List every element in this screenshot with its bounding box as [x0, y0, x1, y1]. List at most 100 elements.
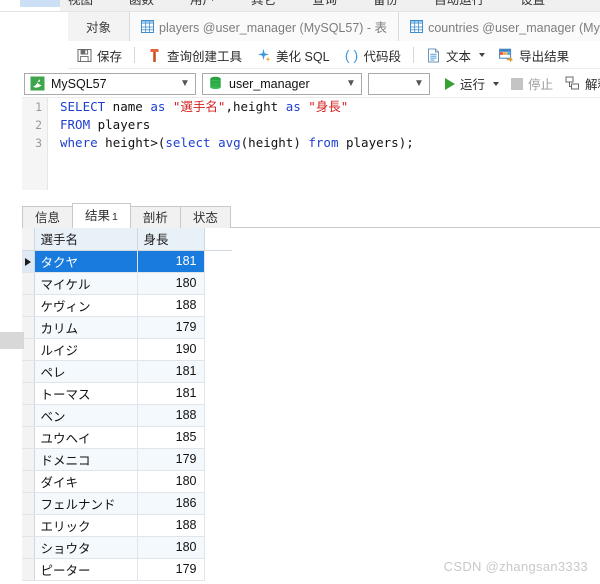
menu-item-2[interactable]: 用户 — [190, 0, 215, 6]
cell-height[interactable]: 188 — [137, 514, 205, 537]
outer-vertical-scrollbar-thumb[interactable] — [0, 332, 24, 349]
sql-editor[interactable]: 123 SELECT name as "選手名",height as "身長" F… — [22, 98, 600, 190]
cell-name[interactable]: エリック — [34, 514, 138, 537]
row-marker[interactable] — [22, 470, 35, 493]
cell-name[interactable]: ユウヘイ — [34, 426, 138, 449]
code-token: SELECT — [60, 99, 106, 114]
cell-name[interactable]: タクヤ — [34, 250, 138, 273]
connection-bar: MySQL57 ▼ user_manager ▼ ▼ 运行 停止 解 — [0, 69, 600, 98]
cell-height[interactable]: 181 — [137, 250, 205, 273]
cell-name[interactable]: ダイキ — [34, 470, 138, 493]
cell-height[interactable]: 185 — [137, 426, 205, 449]
cell-height[interactable]: 180 — [137, 470, 205, 493]
beautify-sql-button[interactable]: 美化 SQL — [249, 41, 337, 69]
cell-name[interactable]: トーマス — [34, 382, 138, 405]
menu-item-7[interactable]: 设置 — [520, 0, 545, 6]
chevron-down-icon[interactable]: ▼ — [409, 78, 429, 89]
cell-name[interactable]: ショウタ — [34, 536, 138, 559]
editor-code-area[interactable]: SELECT name as "選手名",height as "身長" FROM … — [48, 98, 600, 190]
tab-players[interactable]: players @user_manager (MySQL57) - 表 — [129, 12, 399, 41]
chevron-down-icon[interactable] — [479, 53, 486, 57]
column-header-height[interactable]: 身長 — [137, 228, 205, 251]
table-row[interactable]: ダイキ 180 — [22, 470, 232, 493]
cell-filler — [204, 404, 232, 426]
text-mode-button[interactable]: 文本 — [419, 41, 492, 69]
chevron-down-icon[interactable]: ▼ — [175, 78, 195, 89]
menu-item-6[interactable]: 自动运行 — [434, 0, 484, 6]
menu-item-3[interactable]: 其它 — [251, 0, 276, 6]
save-button[interactable]: 保存 — [70, 41, 129, 69]
row-marker[interactable] — [22, 558, 35, 581]
cell-height[interactable]: 188 — [137, 294, 205, 317]
table-row[interactable]: ベン 188 — [22, 404, 232, 427]
explain-button[interactable]: 解释 — [559, 72, 600, 96]
row-marker[interactable] — [22, 360, 35, 383]
row-marker[interactable] — [22, 294, 35, 317]
cell-height[interactable]: 190 — [137, 338, 205, 361]
cell-height[interactable]: 181 — [137, 360, 205, 383]
table-row[interactable]: ショウタ 180 — [22, 536, 232, 559]
cell-name[interactable]: ペレ — [34, 360, 138, 383]
text-mode-label: 文本 — [446, 49, 472, 64]
cell-height[interactable]: 179 — [137, 316, 205, 339]
table-row[interactable]: トーマス 181 — [22, 382, 232, 405]
row-marker[interactable] — [22, 272, 35, 295]
chevron-down-icon[interactable]: ▼ — [341, 78, 361, 89]
cell-name[interactable]: ドメニコ — [34, 448, 138, 471]
query-builder-button[interactable]: 查询创建工具 — [140, 41, 249, 69]
result-tab-2[interactable]: 剖析 — [129, 206, 181, 228]
chevron-down-icon[interactable] — [493, 81, 500, 86]
cell-name[interactable]: カリム — [34, 316, 138, 339]
cell-name[interactable]: フェルナンド — [34, 492, 138, 515]
cell-height[interactable]: 180 — [137, 272, 205, 295]
result-grid[interactable]: 選手名 身長 タクヤ 181 マイケル 180 ケヴィン 188 カリム 179 ルイジ 190 ペ… — [22, 228, 600, 584]
row-marker[interactable] — [22, 426, 35, 449]
result-tab-1[interactable]: 结果 1 — [72, 203, 131, 228]
table-row[interactable]: ピーター 179 — [22, 558, 232, 581]
table-row[interactable]: フェルナンド 186 — [22, 492, 232, 515]
cell-height[interactable]: 186 — [137, 492, 205, 515]
table-row[interactable]: カリム 179 — [22, 316, 232, 339]
row-marker[interactable] — [22, 382, 35, 405]
row-marker[interactable] — [22, 514, 35, 537]
row-marker[interactable] — [22, 250, 35, 273]
table-row[interactable]: ユウヘイ 185 — [22, 426, 232, 449]
run-button[interactable]: 运行 — [439, 72, 505, 96]
cell-height[interactable]: 188 — [137, 404, 205, 427]
cell-name[interactable]: ルイジ — [34, 338, 138, 361]
export-result-button[interactable]: 导出结果 — [492, 41, 576, 69]
cell-name[interactable]: マイケル — [34, 272, 138, 295]
column-header-name[interactable]: 選手名 — [34, 228, 138, 251]
cell-height[interactable]: 180 — [137, 536, 205, 559]
cell-name[interactable]: ベン — [34, 404, 138, 427]
connection-select[interactable]: MySQL57 ▼ — [24, 72, 196, 95]
cell-name[interactable]: ケヴィン — [34, 294, 138, 317]
code-snippet-button[interactable]: ( ) 代码段 — [337, 41, 409, 69]
table-row[interactable]: タクヤ 181 — [22, 250, 232, 273]
row-marker[interactable] — [22, 536, 35, 559]
menu-item-4[interactable]: 查询 — [312, 0, 337, 6]
table-row[interactable]: マイケル 180 — [22, 272, 232, 295]
cell-height[interactable]: 179 — [137, 558, 205, 581]
cell-height[interactable]: 181 — [137, 382, 205, 405]
database-select[interactable]: user_manager ▼ — [202, 72, 362, 95]
stop-button[interactable]: 停止 — [505, 72, 559, 96]
table-row[interactable]: ペレ 181 — [22, 360, 232, 383]
tab-objects[interactable]: 对象 — [68, 12, 130, 41]
result-tab-3[interactable]: 状态 — [179, 206, 231, 228]
cell-name[interactable]: ピーター — [34, 558, 138, 581]
menu-item-1[interactable]: 函数 — [129, 0, 154, 6]
tab-countries[interactable]: countries @user_manager (MySQL57) - 表 — [398, 12, 600, 41]
row-marker[interactable] — [22, 492, 35, 515]
row-marker[interactable] — [22, 404, 35, 427]
table-row[interactable]: ケヴィン 188 — [22, 294, 232, 317]
menu-item-5[interactable]: 备份 — [373, 0, 398, 6]
table-row[interactable]: ルイジ 190 — [22, 338, 232, 361]
menu-item-0[interactable]: 视图 — [68, 0, 93, 6]
schema-select[interactable]: ▼ — [368, 72, 430, 95]
cell-height[interactable]: 179 — [137, 448, 205, 471]
table-row[interactable]: ドメニコ 179 — [22, 448, 232, 471]
table-row[interactable]: エリック 188 — [22, 514, 232, 537]
result-tab-0[interactable]: 信息 — [22, 206, 74, 228]
row-marker[interactable] — [22, 448, 35, 471]
